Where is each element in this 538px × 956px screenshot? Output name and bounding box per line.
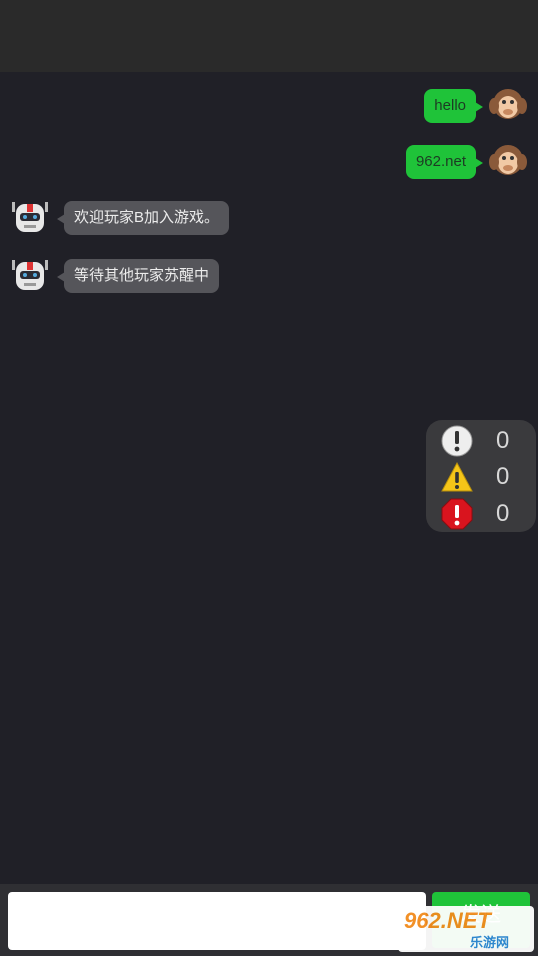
info-icon	[441, 425, 473, 457]
message-bubble: 欢迎玩家B加入游戏。	[56, 201, 230, 235]
message-bubble: 962.net	[405, 145, 484, 179]
watermark-brand: 962.NET	[404, 908, 491, 933]
info-stat[interactable]: 0	[440, 424, 530, 458]
monkey-avatar-icon	[488, 142, 528, 182]
error-stat[interactable]: 0	[440, 497, 530, 531]
message-row: hello	[424, 86, 528, 126]
message-bubble: hello	[424, 89, 483, 123]
message-row: 等待其他玩家苏醒中	[10, 256, 220, 296]
message-row: 欢迎玩家B加入游戏。	[10, 198, 230, 238]
watermark-logo: 962.NET 乐游网	[398, 906, 534, 952]
robot-avatar-icon	[10, 198, 50, 238]
warning-stat[interactable]: 0	[440, 460, 530, 494]
info-count: 0	[496, 427, 510, 454]
warning-icon	[441, 461, 473, 492]
message-bubble: 等待其他玩家苏醒中	[56, 259, 220, 293]
watermark-sub: 乐游网	[470, 935, 510, 950]
error-count: 0	[496, 500, 510, 527]
monkey-avatar-icon	[488, 86, 528, 126]
message-row: 962.net	[405, 142, 528, 182]
message-input[interactable]	[8, 892, 426, 950]
status-bar	[0, 0, 538, 72]
warning-count: 0	[496, 463, 510, 490]
console-stats-panel[interactable]: 0 0 0	[426, 420, 536, 532]
robot-avatar-icon	[10, 256, 50, 296]
error-icon	[441, 498, 473, 530]
